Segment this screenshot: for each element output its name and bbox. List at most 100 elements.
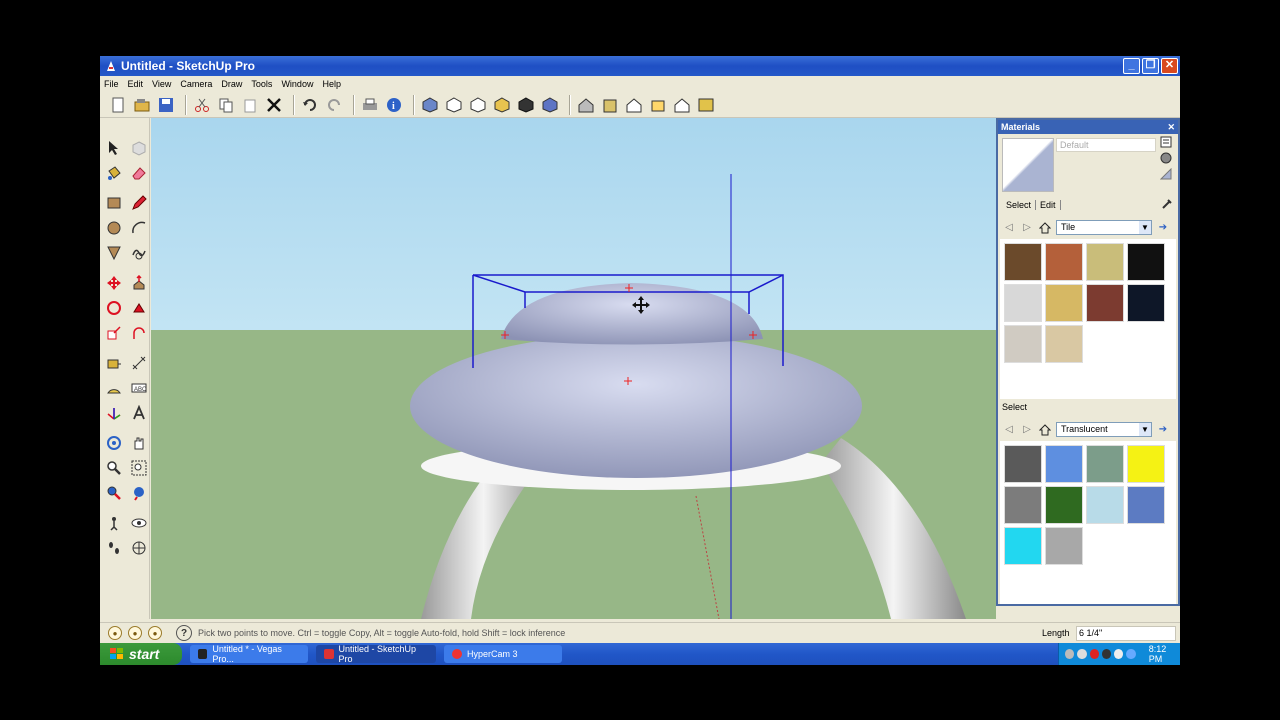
- new-icon[interactable]: [108, 95, 128, 115]
- hidden-line-icon[interactable]: [624, 95, 644, 115]
- title-bar[interactable]: Untitled - SketchUp Pro _ ❐ ✕: [100, 56, 1180, 76]
- cut-icon[interactable]: [192, 95, 212, 115]
- maximize-button[interactable]: ❐: [1142, 58, 1159, 74]
- orbit-icon[interactable]: [102, 431, 126, 454]
- translucent-material-swatch[interactable]: [1045, 527, 1083, 565]
- create-material-icon[interactable]: [1160, 152, 1172, 164]
- menu-tools[interactable]: Tools: [251, 79, 272, 89]
- tile-material-swatch[interactable]: [1004, 284, 1042, 322]
- tile-material-swatch[interactable]: [1086, 284, 1124, 322]
- save-icon[interactable]: [156, 95, 176, 115]
- forward-arrow-icon[interactable]: ▷: [1020, 222, 1034, 234]
- tab-select[interactable]: Select: [1002, 200, 1037, 210]
- translucent-material-swatch[interactable]: [1127, 486, 1165, 524]
- right-view-icon[interactable]: [492, 95, 512, 115]
- menu-window[interactable]: Window: [281, 79, 313, 89]
- menu-edit[interactable]: Edit: [128, 79, 144, 89]
- tape-measure-icon[interactable]: [102, 351, 126, 374]
- circle-tool-icon[interactable]: [102, 216, 126, 239]
- zoom-extents-icon[interactable]: [102, 481, 126, 504]
- back-view-icon[interactable]: [516, 95, 536, 115]
- tile-material-swatch[interactable]: [1127, 284, 1165, 322]
- push-pull-icon[interactable]: [127, 271, 151, 294]
- library-select-top[interactable]: Tile ▼: [1056, 220, 1152, 235]
- rotate-tool-icon[interactable]: [102, 296, 126, 319]
- translucent-material-swatch[interactable]: [1004, 527, 1042, 565]
- protractor-icon[interactable]: [102, 376, 126, 399]
- tile-material-swatch[interactable]: [1127, 243, 1165, 281]
- translucent-material-swatch[interactable]: [1127, 445, 1165, 483]
- erase-icon[interactable]: [264, 95, 284, 115]
- pan-icon[interactable]: [127, 431, 151, 454]
- 3d-text-icon[interactable]: [127, 401, 151, 424]
- polygon-tool-icon[interactable]: [102, 241, 126, 264]
- tile-material-swatch[interactable]: [1004, 243, 1042, 281]
- model-info-icon[interactable]: i: [384, 95, 404, 115]
- length-input[interactable]: 6 1/4": [1076, 626, 1176, 641]
- pencil-icon[interactable]: [127, 191, 151, 214]
- forward-arrow-icon-2[interactable]: ▷: [1020, 424, 1034, 436]
- display-secondary-icon[interactable]: [1160, 136, 1172, 148]
- previous-view-icon[interactable]: [127, 481, 151, 504]
- sample-paint-icon[interactable]: [1161, 198, 1173, 213]
- home-icon-2[interactable]: [1038, 423, 1052, 436]
- menu-camera[interactable]: Camera: [180, 79, 212, 89]
- wireframe-icon[interactable]: [600, 95, 620, 115]
- select-tool-icon[interactable]: [102, 136, 126, 159]
- details-arrow-icon-2[interactable]: ➔: [1156, 424, 1170, 436]
- dimension-tool-icon[interactable]: [127, 351, 151, 374]
- tray-icon-4[interactable]: [1101, 649, 1112, 659]
- walk-icon[interactable]: [102, 536, 126, 559]
- back-arrow-icon-2[interactable]: ◁: [1002, 424, 1016, 436]
- help-icon[interactable]: ?: [176, 625, 192, 641]
- xray-icon[interactable]: [576, 95, 596, 115]
- task-hypercam[interactable]: HyperCam 3: [444, 645, 562, 663]
- iso-view-icon[interactable]: [420, 95, 440, 115]
- menu-help[interactable]: Help: [322, 79, 341, 89]
- zoom-window-icon[interactable]: [127, 456, 151, 479]
- user-icon[interactable]: ●: [148, 626, 162, 640]
- tray-icon-5[interactable]: [1114, 649, 1124, 659]
- translucent-material-swatch[interactable]: [1045, 486, 1083, 524]
- lower-dome[interactable]: [410, 334, 862, 478]
- menu-draw[interactable]: Draw: [221, 79, 242, 89]
- credits-icon[interactable]: ●: [128, 626, 142, 640]
- tray-icon-2[interactable]: [1077, 649, 1087, 659]
- home-icon[interactable]: [1038, 221, 1052, 234]
- translucent-material-swatch[interactable]: [1086, 445, 1124, 483]
- tray-icon-6[interactable]: [1126, 649, 1136, 659]
- position-camera-icon[interactable]: [102, 511, 126, 534]
- tray-icon-1[interactable]: [1065, 649, 1075, 659]
- section-plane-icon[interactable]: [127, 536, 151, 559]
- redo-icon[interactable]: [324, 95, 344, 115]
- open-icon[interactable]: [132, 95, 152, 115]
- look-around-icon[interactable]: [127, 511, 151, 534]
- modeling-viewport[interactable]: [151, 118, 996, 619]
- follow-me-icon[interactable]: [127, 296, 151, 319]
- tile-material-swatch[interactable]: [1045, 243, 1083, 281]
- top-view-icon[interactable]: [444, 95, 464, 115]
- menu-file[interactable]: File: [104, 79, 119, 89]
- default-material-icon[interactable]: [1159, 167, 1172, 180]
- copy-icon[interactable]: [216, 95, 236, 115]
- material-name-field[interactable]: Default: [1056, 138, 1156, 152]
- back-arrow-icon[interactable]: ◁: [1002, 222, 1016, 234]
- offset-tool-icon[interactable]: [127, 321, 151, 344]
- front-view-icon[interactable]: [468, 95, 488, 115]
- translucent-material-swatch[interactable]: [1004, 445, 1042, 483]
- axes-tool-icon[interactable]: [102, 401, 126, 424]
- move-tool-icon[interactable]: [102, 271, 126, 294]
- tile-material-swatch[interactable]: [1045, 325, 1083, 363]
- textured-icon[interactable]: [672, 95, 692, 115]
- zoom-icon[interactable]: [102, 456, 126, 479]
- scale-tool-icon[interactable]: [102, 321, 126, 344]
- shaded-icon[interactable]: [648, 95, 668, 115]
- make-component-icon[interactable]: [127, 136, 151, 159]
- materials-close-icon[interactable]: ✕: [1167, 120, 1175, 134]
- task-sketchup[interactable]: Untitled - SketchUp Pro: [316, 644, 436, 664]
- translucent-material-swatch[interactable]: [1086, 486, 1124, 524]
- tab-edit[interactable]: Edit: [1036, 200, 1061, 210]
- tile-material-swatch[interactable]: [1045, 284, 1083, 322]
- geo-location-icon[interactable]: ●: [108, 626, 122, 640]
- freehand-tool-icon[interactable]: [127, 241, 151, 264]
